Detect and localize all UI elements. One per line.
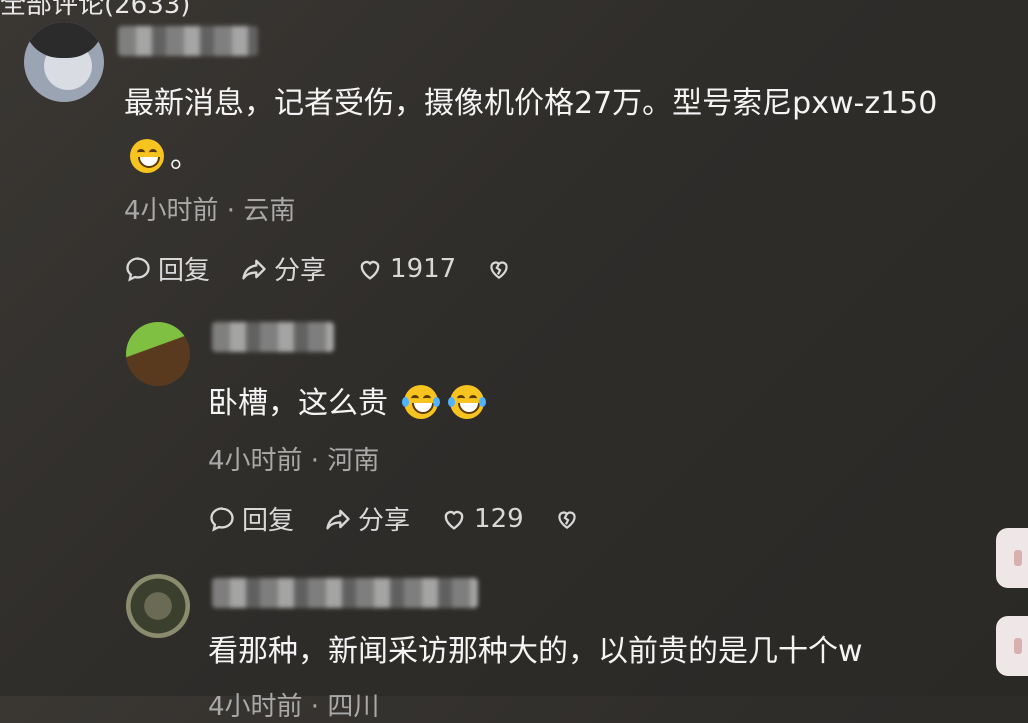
reply-icon: [210, 506, 234, 532]
comment-text: 看那种，新闻采访那种大的，以前贵的是几十个w: [208, 634, 863, 669]
like-count: 1917: [390, 253, 457, 284]
reply-button[interactable]: 回复: [208, 500, 294, 537]
dislike-button[interactable]: [554, 506, 586, 532]
reply-icon: [126, 256, 150, 282]
comment-meta: 4小时前 · 云南: [124, 196, 296, 226]
broken-heart-icon: [558, 511, 576, 529]
heart-icon: [444, 510, 464, 530]
heart-icon: [360, 260, 380, 280]
comment-text: 最新消息，记者受伤，摄像机价格27万。型号索尼pxw-z150: [124, 86, 938, 121]
avatar[interactable]: [126, 322, 190, 386]
broken-heart-icon: [490, 261, 508, 279]
comment-text: 卧槽，这么贵: [208, 384, 490, 424]
share-icon: [242, 259, 266, 279]
reply-label: 回复: [242, 506, 295, 536]
comment-actions: 回复 分享 1917: [124, 250, 548, 287]
like-button[interactable]: 1917: [356, 254, 456, 284]
avatar[interactable]: [126, 574, 190, 638]
username-blurred[interactable]: [212, 578, 478, 608]
comment-actions: 回复 分享 129: [208, 500, 616, 537]
username-blurred[interactable]: [118, 26, 258, 56]
side-floating-button[interactable]: [996, 528, 1028, 588]
grin-emoji-icon: [130, 139, 164, 173]
avatar[interactable]: [24, 22, 104, 102]
like-count: 129: [474, 503, 524, 534]
comment-meta: 4小时前 · 四川: [208, 692, 380, 722]
side-floating-button[interactable]: [996, 616, 1028, 676]
reply-button[interactable]: 回复: [124, 250, 210, 287]
comment-meta: 4小时前 · 河南: [208, 446, 380, 476]
dislike-button[interactable]: [486, 256, 518, 282]
username-blurred[interactable]: [212, 322, 334, 352]
reply-label: 回复: [158, 256, 211, 286]
share-label: 分享: [358, 506, 411, 536]
laugh-cry-emoji-icon: [401, 385, 440, 419]
share-button[interactable]: 分享: [240, 250, 326, 287]
share-icon: [326, 509, 350, 529]
laugh-cry-emoji-icon: [447, 385, 486, 419]
comment-text-line2: 。: [124, 138, 200, 178]
comments-header: 全部评论(2633): [0, 0, 191, 20]
like-button[interactable]: 129: [440, 504, 524, 534]
share-button[interactable]: 分享: [324, 500, 410, 537]
share-label: 分享: [274, 256, 327, 286]
